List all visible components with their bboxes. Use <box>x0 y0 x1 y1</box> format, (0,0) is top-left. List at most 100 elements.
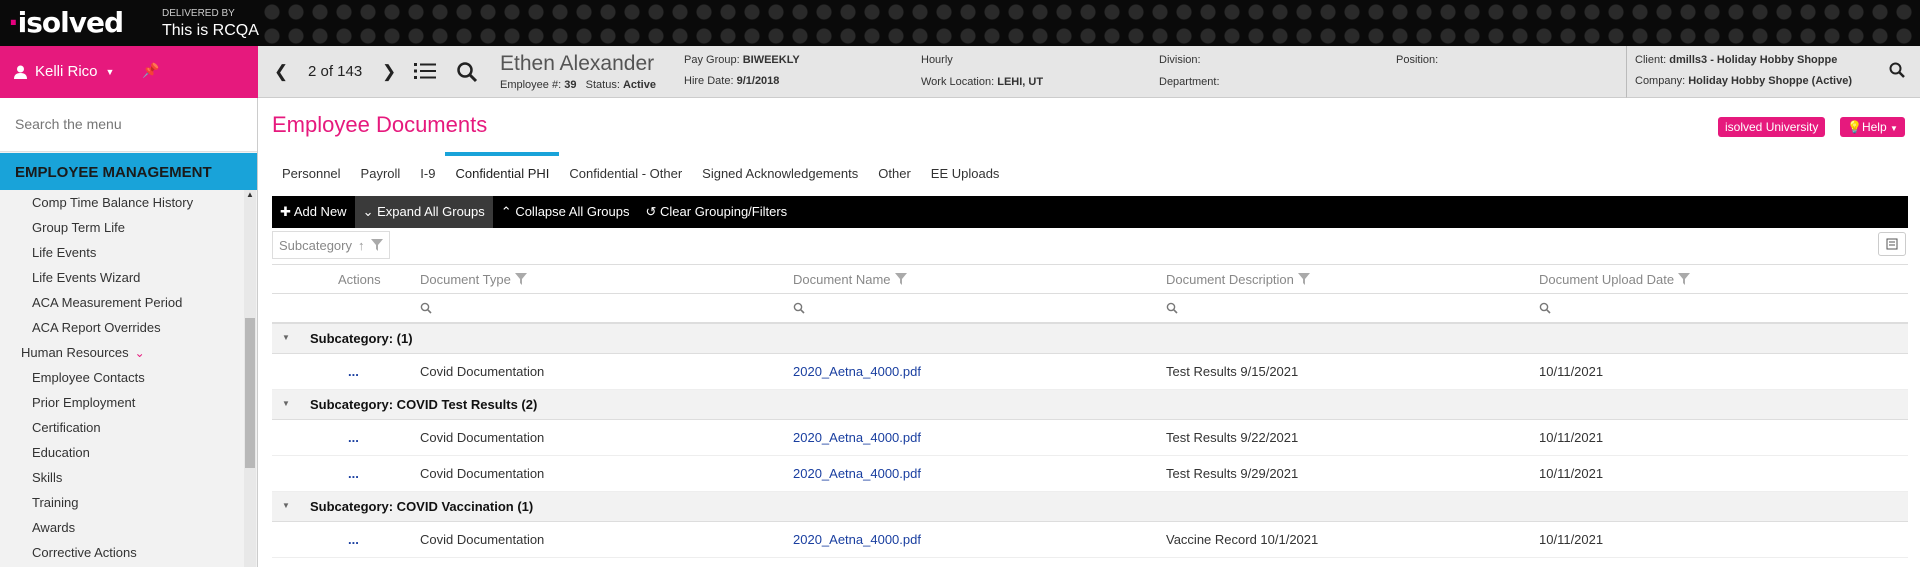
export-icon[interactable] <box>1878 232 1906 256</box>
user-menu-button[interactable]: Kelli Rico ▼ <box>14 63 114 80</box>
next-employee-icon[interactable]: ❯ <box>382 62 396 82</box>
sidebar-item-label: Life Events <box>32 245 97 260</box>
col-document-name[interactable]: Document Name <box>793 265 907 293</box>
tab-payroll[interactable]: Payroll <box>351 152 411 188</box>
collapse-caret-icon[interactable]: ▼ <box>282 399 290 408</box>
tab-ee-uploads[interactable]: EE Uploads <box>921 152 1010 188</box>
grouping-chip[interactable]: Subcategory ↑ <box>272 231 390 259</box>
plus-icon: ✚ <box>280 204 291 219</box>
cell-document-name-link[interactable]: 2020_Aetna_4000.pdf <box>793 466 921 481</box>
group-row[interactable]: ▼ Subcategory: COVID Test Results (2) <box>272 390 1908 420</box>
help-button[interactable]: 💡Help ▼ <box>1840 117 1905 137</box>
filter-search-icon[interactable] <box>420 294 432 322</box>
table-cell: 2020_Aetna_4000.pdf <box>793 456 921 491</box>
client-search-icon[interactable] <box>1889 62 1905 81</box>
group-row[interactable]: ▼ Subcategory: COVID Vaccination (1) <box>272 492 1908 522</box>
employee-position-count: 2 of 143 <box>308 63 363 80</box>
cell-upload-date: 10/11/2021 <box>1539 532 1604 547</box>
table-cell: Test Results 9/29/2021 <box>1166 456 1298 491</box>
filter-icon[interactable] <box>514 273 527 285</box>
filter-icon[interactable] <box>1297 273 1310 285</box>
cell-document-type: Covid Documentation <box>420 430 545 445</box>
sidebar-item-label: Human Resources <box>21 345 129 360</box>
expand-all-groups-button[interactable]: ⌄ Expand All Groups <box>354 196 493 228</box>
add-new-button[interactable]: ✚ Add New <box>272 196 355 228</box>
sidebar-item-education[interactable]: Education <box>0 440 242 465</box>
sidebar-item-aca-measurement-period[interactable]: ACA Measurement Period <box>0 290 242 315</box>
employee-search-icon[interactable] <box>456 61 478 86</box>
sidebar-item-comp-time-balance-history[interactable]: Comp Time Balance History <box>0 190 242 215</box>
collapse-caret-icon[interactable]: ▼ <box>282 333 290 342</box>
sidebar-item-life-events[interactable]: Life Events <box>0 240 242 265</box>
filter-icon[interactable] <box>1678 273 1691 285</box>
tenant-name: This is RCQA <box>162 22 259 39</box>
document-tabs: Personnel Payroll I-9 Confidential PHI Confi… <box>272 152 1009 188</box>
cell-document-name-link[interactable]: 2020_Aetna_4000.pdf <box>793 430 921 445</box>
sidebar-item-label: ACA Report Overrides <box>32 320 161 335</box>
division-label: Division: <box>1159 54 1201 66</box>
cell-document-description: Test Results 9/15/2021 <box>1166 364 1299 379</box>
sidebar-item-training[interactable]: Training <box>0 490 242 515</box>
row-actions-menu[interactable]: ... <box>348 532 359 547</box>
section-employee-management[interactable]: EMPLOYEE MANAGEMENT <box>0 153 257 190</box>
sidebar-item-life-events-wizard[interactable]: Life Events Wizard <box>0 265 242 290</box>
table-cell: 2020_Aetna_4000.pdf <box>793 522 921 557</box>
sort-up-icon[interactable]: ↑ <box>358 238 365 253</box>
sidebar-item-aca-report-overrides[interactable]: ACA Report Overrides <box>0 315 242 340</box>
filter-icon[interactable] <box>370 239 383 251</box>
pay-group: Pay Group: BIWEEKLY <box>684 54 800 66</box>
filter-search-icon[interactable] <box>793 294 805 322</box>
sidebar-item-prior-employment[interactable]: Prior Employment <box>0 390 242 415</box>
sidebar-item-label: Certification <box>32 420 101 435</box>
department-label: Department: <box>1159 76 1220 88</box>
scrollbar-thumb[interactable] <box>245 318 255 468</box>
col-document-type[interactable]: Document Type <box>420 265 527 293</box>
employee-list-icon[interactable] <box>414 62 436 83</box>
filter-icon[interactable] <box>894 273 907 285</box>
collapse-all-groups-button[interactable]: ⌃ Collapse All Groups <box>493 196 638 228</box>
clear-grouping-filters-button[interactable]: ↺ Clear Grouping/Filters <box>637 196 795 228</box>
row-actions-menu[interactable]: ... <box>348 466 359 481</box>
sidebar-item-label: Group Term Life <box>32 220 125 235</box>
tab-other[interactable]: Other <box>868 152 921 188</box>
sidebar-item-corrective-actions[interactable]: Corrective Actions <box>0 540 242 565</box>
menu-search-input[interactable] <box>15 116 245 132</box>
caret-down-icon: ▼ <box>1889 124 1898 133</box>
collapse-caret-icon[interactable]: ▼ <box>282 501 290 510</box>
chevron-up-icon: ⌃ <box>500 204 512 219</box>
isolved-logo[interactable]: ·isolved <box>8 6 124 39</box>
filter-search-icon[interactable] <box>1539 294 1551 322</box>
sidebar-item-group-term-life[interactable]: Group Term Life <box>0 215 242 240</box>
previous-employee-icon[interactable]: ❮ <box>274 62 288 82</box>
sidebar-item-certification[interactable]: Certification <box>0 415 242 440</box>
group-row[interactable]: ▼ Subcategory: (1) <box>272 324 1908 354</box>
tab-i-9[interactable]: I-9 <box>410 152 445 188</box>
pin-icon[interactable]: 📌 <box>142 62 159 79</box>
table-cell: 10/11/2021 <box>1539 522 1603 557</box>
col-document-upload-date[interactable]: Document Upload Date <box>1539 265 1691 293</box>
user-name: Kelli Rico <box>35 63 98 80</box>
hire-date: Hire Date: 9/1/2018 <box>684 75 780 87</box>
sidebar-item-employee-contacts[interactable]: Employee Contacts <box>0 365 242 390</box>
isolved-university-button[interactable]: isolved University <box>1718 117 1826 137</box>
table-cell: Covid Documentation <box>420 354 544 389</box>
tab-signed-acknowledgements[interactable]: Signed Acknowledgements <box>692 152 868 188</box>
cell-document-name-link[interactable]: 2020_Aetna_4000.pdf <box>793 364 921 379</box>
sidebar-item-label: Awards <box>32 520 76 535</box>
cell-document-name-link[interactable]: 2020_Aetna_4000.pdf <box>793 532 921 547</box>
cell-upload-date: 10/11/2021 <box>1539 364 1604 379</box>
tab-confidential-phi[interactable]: Confidential PHI <box>445 152 560 188</box>
tab-confidential-other[interactable]: Confidential - Other <box>559 152 692 188</box>
tab-personnel[interactable]: Personnel <box>272 152 351 188</box>
filter-search-icon[interactable] <box>1166 294 1178 322</box>
page-title: Employee Documents <box>272 112 488 137</box>
row-actions-menu[interactable]: ... <box>348 364 359 379</box>
col-document-description[interactable]: Document Description <box>1166 265 1310 293</box>
sidebar-scrollbar[interactable]: ▲ <box>244 190 256 567</box>
row-actions-menu[interactable]: ... <box>348 430 359 445</box>
sidebar-item-skills[interactable]: Skills <box>0 465 242 490</box>
scroll-up-icon[interactable]: ▲ <box>244 190 256 202</box>
sidebar-item-awards[interactable]: Awards <box>0 515 242 540</box>
group-label: Subcategory: COVID Test Results (2) <box>310 397 538 412</box>
sidebar-item-human-resources[interactable]: Human Resources ⌄ <box>0 340 242 365</box>
